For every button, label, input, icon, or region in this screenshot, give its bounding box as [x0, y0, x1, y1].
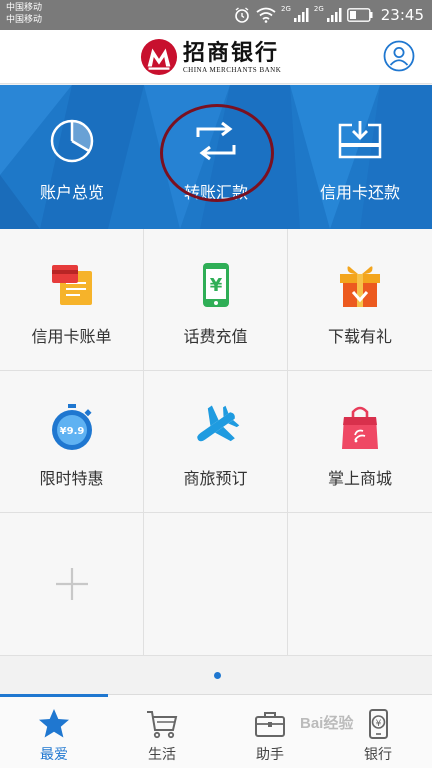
network-type-2: 2G	[313, 5, 324, 13]
stopwatch-deal-icon: ¥9.9	[51, 404, 92, 450]
signal-2-icon	[326, 8, 342, 22]
bank-logo: 招商银行 CHINA MERCHANTS BANK	[140, 36, 281, 78]
shopping-bag-icon	[342, 406, 378, 449]
plus-icon	[55, 568, 88, 600]
pie-chart-icon	[50, 119, 94, 163]
svg-text:¥: ¥	[209, 275, 222, 296]
mobile-mall-tile[interactable]: 掌上商城	[288, 371, 432, 513]
tab-bank-label: 银行	[364, 747, 392, 763]
travel-booking-label: 商旅预订	[183, 469, 248, 488]
service-grid: 信用卡账单 ¥ 话费充值 下载有礼 ¥9.9 限时特惠 商旅预订 掌上商城	[0, 229, 432, 656]
status-indicators: 2G 2G 23:45	[233, 5, 424, 25]
tab-life[interactable]: 生活	[108, 695, 216, 768]
tab-bank[interactable]: ¥ 银行	[324, 695, 432, 768]
travel-booking-tile[interactable]: 商旅预订	[144, 371, 288, 513]
briefcase-icon	[255, 712, 285, 737]
tab-favorites-label: 最爱	[40, 747, 68, 763]
credit-card-bill-label: 信用卡账单	[31, 327, 112, 346]
carrier-2-label: 中国移动	[6, 15, 43, 25]
carrier-1-label: 中国移动	[6, 3, 43, 13]
quick-action-banner: 账户总览 转账汇款 信用卡还款	[0, 85, 432, 229]
empty-grid-slot	[288, 513, 432, 656]
phone-topup-tile[interactable]: ¥ 话费充值	[144, 229, 288, 371]
status-bar: 中国移动 中国移动 2G 2G 23:45	[0, 0, 432, 30]
user-profile-icon[interactable]	[383, 40, 415, 72]
tab-assistant-label: 助手	[256, 747, 284, 763]
app-screen: 中国移动 中国移动 2G 2G 23:45 招商银行 CHINA MERCHAN…	[0, 0, 432, 768]
credit-card-repay-button[interactable]: 信用卡还款	[288, 85, 432, 229]
card-bill-icon	[51, 265, 92, 305]
limited-deal-tile[interactable]: ¥9.9 限时特惠	[0, 371, 144, 513]
star-icon	[39, 709, 69, 738]
gift-download-icon	[340, 266, 380, 307]
download-gift-tile[interactable]: 下载有礼	[288, 229, 432, 371]
account-overview-label: 账户总览	[39, 183, 104, 202]
airplane-icon	[196, 405, 239, 442]
cart-icon	[147, 711, 178, 739]
logo-text: 招商银行 CHINA MERCHANTS BANK	[183, 40, 281, 75]
bottom-tab-bar: 最爱 生活 助手 ¥ 银行	[0, 694, 432, 768]
account-overview-button[interactable]: 账户总览	[0, 85, 144, 229]
card-repay-icon	[338, 121, 382, 159]
transfer-arrows-icon	[196, 121, 236, 161]
transfer-button[interactable]: 转账汇款	[144, 85, 288, 229]
network-type-1: 2G	[280, 5, 291, 13]
app-header: 招商银行 CHINA MERCHANTS BANK	[0, 30, 432, 84]
page-indicator-dot[interactable]	[214, 672, 221, 679]
mobile-mall-label: 掌上商城	[327, 469, 392, 488]
cmb-logo-icon	[140, 38, 178, 76]
add-shortcut-tile[interactable]	[0, 513, 144, 656]
logo-chinese-name: 招商银行	[183, 39, 280, 66]
download-gift-label: 下载有礼	[327, 327, 392, 346]
alarm-icon	[235, 7, 249, 23]
phone-topup-icon: ¥	[202, 263, 229, 307]
limited-deal-label: 限时特惠	[39, 469, 104, 488]
wifi-icon	[256, 7, 276, 23]
svg-text:¥: ¥	[376, 719, 382, 729]
signal-1-icon	[293, 8, 309, 22]
tab-life-label: 生活	[148, 747, 176, 763]
battery-icon	[346, 8, 373, 22]
credit-card-bill-tile[interactable]: 信用卡账单	[0, 229, 144, 371]
empty-grid-slot	[144, 513, 288, 656]
tab-favorites[interactable]: 最爱	[0, 695, 108, 768]
tab-assistant[interactable]: 助手	[216, 695, 324, 768]
bank-phone-icon: ¥	[369, 709, 388, 739]
status-time: 23:45	[380, 6, 424, 24]
logo-english-name: CHINA MERCHANTS BANK	[183, 65, 282, 74]
credit-card-repay-label: 信用卡还款	[319, 183, 400, 202]
phone-topup-label: 话费充值	[183, 327, 248, 346]
deal-price-badge: ¥9.9	[59, 426, 84, 437]
page-indicator	[0, 656, 432, 694]
transfer-label: 转账汇款	[183, 183, 248, 202]
